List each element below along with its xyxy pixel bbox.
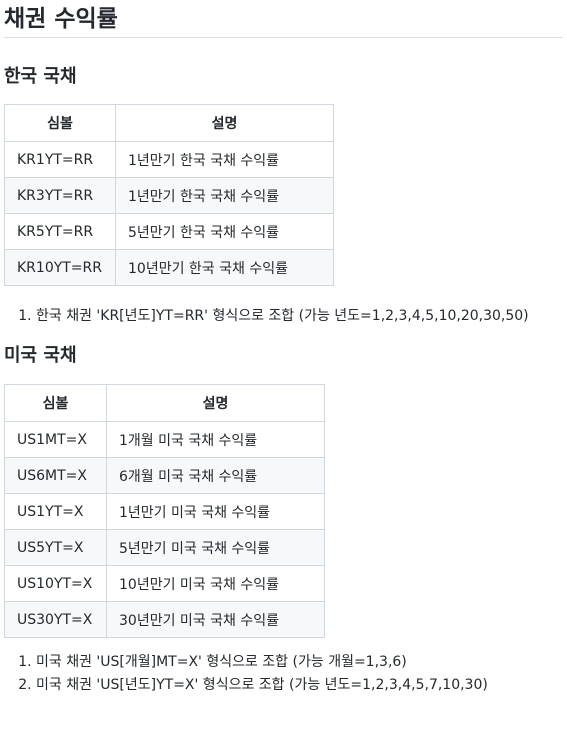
korea-bond-table: 심볼 설명 KR1YT=RR 1년만기 한국 국채 수익률 KR3YT=RR 1… (4, 104, 334, 286)
symbol-cell: US10YT=X (4, 565, 107, 602)
symbol-cell: US5YT=X (4, 529, 107, 566)
us-notes-list: 미국 채권 'US[개월]MT=X' 형식으로 조합 (가능 개월=1,3,6)… (4, 638, 563, 697)
list-item: 미국 채권 'US[년도]YT=X' 형식으로 조합 (가능 년도=1,2,3,… (36, 674, 563, 697)
table-header-row: 심볼 설명 (4, 104, 334, 142)
symbol-cell: KR3YT=RR (4, 177, 116, 214)
description-cell: 10년만기 한국 국채 수익률 (115, 249, 334, 286)
table-row: US1MT=X 1개월 미국 국채 수익률 (4, 421, 325, 458)
us-bond-table: 심볼 설명 US1MT=X 1개월 미국 국채 수익률 US6MT=X 6개월 … (4, 384, 325, 638)
description-cell: 6개월 미국 국채 수익률 (106, 457, 325, 494)
symbol-cell: US30YT=X (4, 601, 107, 638)
symbol-cell: US1MT=X (4, 421, 107, 458)
symbol-cell: KR1YT=RR (4, 141, 116, 178)
description-cell: 1개월 미국 국채 수익률 (106, 421, 325, 458)
symbol-cell: US6MT=X (4, 457, 107, 494)
description-cell: 1년만기 한국 국채 수익률 (115, 141, 334, 178)
symbol-cell: KR10YT=RR (4, 249, 116, 286)
column-header-description: 설명 (106, 384, 325, 422)
korea-notes-list: 한국 채권 'KR[년도]YT=RR' 형식으로 조합 (가능 년도=1,2,3… (4, 286, 563, 328)
table-header-row: 심볼 설명 (4, 384, 325, 422)
section-heading-korea: 한국 국채 (4, 66, 77, 87)
column-header-symbol: 심볼 (4, 104, 116, 142)
table-row: US10YT=X 10년만기 미국 국채 수익률 (4, 565, 325, 602)
description-cell: 1년만기 미국 국채 수익률 (106, 493, 325, 530)
table-row: KR3YT=RR 1년만기 한국 국채 수익률 (4, 177, 334, 214)
symbol-cell: US1YT=X (4, 493, 107, 530)
table-row: KR5YT=RR 5년만기 한국 국채 수익률 (4, 213, 334, 250)
document: 채권 수익률 한국 국채 심볼 설명 KR1YT=RR 1년만기 한국 국채 수… (0, 0, 567, 697)
section-heading-us: 미국 국채 (4, 345, 77, 366)
table-row: US30YT=X 30년만기 미국 국채 수익률 (4, 601, 325, 638)
table-row: KR1YT=RR 1년만기 한국 국채 수익률 (4, 141, 334, 178)
description-cell: 30년만기 미국 국채 수익률 (106, 601, 325, 638)
column-header-symbol: 심볼 (4, 384, 107, 422)
description-cell: 10년만기 미국 국채 수익률 (106, 565, 325, 602)
symbol-cell: KR5YT=RR (4, 213, 116, 250)
table-row: KR10YT=RR 10년만기 한국 국채 수익률 (4, 249, 334, 286)
table-row: US5YT=X 5년만기 미국 국채 수익률 (4, 529, 325, 566)
description-cell: 5년만기 한국 국채 수익률 (115, 213, 334, 250)
table-row: US1YT=X 1년만기 미국 국채 수익률 (4, 493, 325, 530)
page-title: 채권 수익률 (4, 0, 563, 38)
column-header-description: 설명 (115, 104, 334, 142)
description-cell: 5년만기 미국 국채 수익률 (106, 529, 325, 566)
description-cell: 1년만기 한국 국채 수익률 (115, 177, 334, 214)
table-row: US6MT=X 6개월 미국 국채 수익률 (4, 457, 325, 494)
list-item: 한국 채권 'KR[년도]YT=RR' 형식으로 조합 (가능 년도=1,2,3… (36, 305, 563, 328)
list-item: 미국 채권 'US[개월]MT=X' 형식으로 조합 (가능 개월=1,3,6) (36, 651, 563, 674)
